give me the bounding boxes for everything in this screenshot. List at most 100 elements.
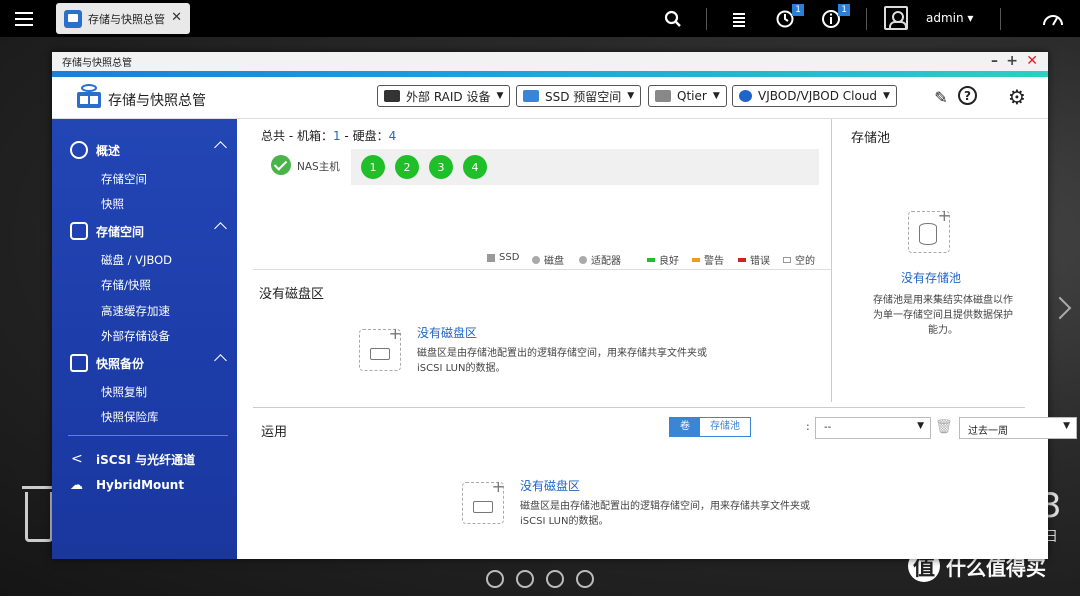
chevron-up-icon (214, 354, 227, 367)
disk-slot[interactable]: 4 (463, 155, 487, 179)
status-ok-icon (271, 155, 291, 175)
main-menu-icon[interactable] (0, 0, 48, 37)
close-window-icon[interactable]: ✕ (1026, 53, 1038, 69)
database-icon (70, 222, 88, 240)
taskbar-app-tab[interactable]: 存储与快照总管 ✕ (56, 3, 190, 34)
sidebar-group-overview[interactable]: 概述 (52, 139, 237, 161)
no-pool-link[interactable]: 没有存储池 (901, 269, 961, 286)
storage-logo-icon (77, 84, 101, 108)
vjbod-button[interactable]: VJBOD/VJBOD Cloud ▼ (732, 85, 897, 107)
summary-mid: - 硬盘： (340, 129, 389, 143)
camera-icon (70, 354, 88, 372)
volume-description: 磁盘区是由存储池配置出的逻辑存储空间，用来存储共享文件夹或 iSCSI LUN的… (417, 346, 707, 376)
settings-gear-icon[interactable]: ⚙ (1006, 85, 1028, 109)
toggle-volume[interactable]: 卷 (670, 418, 700, 436)
search-icon[interactable] (660, 6, 686, 32)
app-header: 存储与快照总管 外部 RAID 设备 ▼ SSD 预留空间 ▼ Qtier ▼ … (52, 77, 1048, 119)
maximize-icon[interactable]: + (1006, 53, 1018, 69)
usage-volume-description: 磁盘区是由存储池配置出的逻辑存储空间，用来存储共享文件夹或 iSCSI LUN的… (520, 499, 810, 529)
description-line: 磁盘区是由存储池配置出的逻辑存储空间，用来存储共享文件夹或 (520, 501, 810, 512)
add-pool-box[interactable]: + (908, 206, 951, 253)
pool-description: 存储池是用来集结实体磁盘以作 为单一存储空间且提供数据保护 能力。 (858, 293, 1028, 338)
volumes-section-title: 没有磁盘区 (259, 287, 325, 302)
trash-icon[interactable]: 🗑 (935, 419, 953, 435)
diagnostics-icon[interactable]: ✎ (930, 86, 952, 108)
trash-icon[interactable] (22, 486, 56, 542)
volume-select[interactable]: -- ▼ (815, 417, 931, 439)
sidebar-item-storage-snapshot[interactable]: 存储/快照 (101, 277, 151, 293)
description-line: 为单一存储空间且提供数据保护 (873, 310, 1013, 321)
time-range-select[interactable]: 过去一周 ▼ (959, 417, 1077, 439)
next-page-chevron-icon[interactable] (1048, 296, 1072, 320)
legend-label: 空的 (795, 256, 815, 267)
sidebar-item-snapshot-replica[interactable]: 快照复制 (101, 384, 147, 400)
ssd-label: SSD 预留空间 (545, 89, 622, 104)
user-avatar-icon[interactable] (884, 6, 908, 30)
drive-icon (473, 501, 493, 513)
divider (253, 407, 1025, 408)
sidebar-item-disks-vjbod[interactable]: 磁盘 / VJBOD (101, 252, 172, 268)
external-raid-button[interactable]: 外部 RAID 设备 ▼ (377, 85, 511, 107)
disk-slot[interactable]: 1 (361, 155, 385, 179)
sidebar-group-label: 快照备份 (96, 356, 145, 371)
storage-app-icon (64, 9, 82, 28)
usage-section-title: 运用 (261, 425, 288, 440)
dock-book-icon[interactable] (546, 570, 564, 588)
window-title: 存储与快照总管 (62, 58, 132, 69)
qtier-button[interactable]: Qtier ▼ (648, 85, 727, 107)
sidebar-item-snapshot[interactable]: 快照 (101, 196, 124, 212)
description-line: iSCSI LUN的数据。 (520, 516, 609, 527)
sidebar-group-snapshot-backup[interactable]: 快照备份 (52, 352, 237, 374)
legend-empty: 空的 (783, 252, 815, 267)
app-title: 存储与快照总管 (108, 93, 206, 109)
info-icon[interactable]: 1 (818, 4, 850, 32)
no-volume-link-usage[interactable]: 没有磁盘区 (520, 477, 580, 494)
ssd-overprovision-button[interactable]: SSD 预留空间 ▼ (516, 85, 642, 107)
chassis-count: 1 (332, 129, 341, 143)
sidebar-item-snapshot-vault[interactable]: 快照保险库 (101, 409, 159, 425)
qtier-icon (655, 90, 671, 102)
sidebar-item-cache[interactable]: 高速缓存加速 (101, 303, 170, 319)
qtier-label: Qtier (677, 89, 707, 103)
help-icon[interactable]: ? (958, 86, 977, 105)
sidebar-item-external-storage[interactable]: 外部存储设备 (101, 328, 170, 344)
dock-cloud-icon[interactable] (486, 570, 504, 588)
window-titlebar[interactable]: 存储与快照总管 – + ✕ (52, 52, 1048, 71)
stack-icon[interactable] (726, 6, 752, 32)
dock-edit-icon[interactable] (576, 570, 594, 588)
sidebar-item-label: HybridMount (96, 478, 185, 492)
disk-slot[interactable]: 3 (429, 155, 453, 179)
legend-ssd: SSD (487, 252, 519, 263)
sidebar-group-storage[interactable]: 存储空间 (52, 220, 237, 242)
disk-count: 4 (388, 129, 397, 143)
no-volume-link[interactable]: 没有磁盘区 (417, 324, 477, 341)
add-volume-box[interactable]: + (359, 324, 402, 371)
dashboard-icon (70, 141, 88, 159)
dashboard-gauge-icon[interactable] (1040, 6, 1066, 32)
toggle-pool[interactable]: 存储池 (700, 418, 750, 436)
chevron-down-icon: ▼ (712, 91, 720, 101)
minimize-icon[interactable]: – (991, 53, 998, 69)
background-task-icon[interactable]: 1 (772, 4, 804, 32)
filter-colon: : (806, 420, 810, 433)
add-volume-box-usage[interactable]: + (462, 477, 505, 524)
legend-label: 磁盘 (544, 256, 564, 267)
raid-icon (384, 90, 400, 102)
legend-adapter: 适配器 (579, 252, 621, 267)
dock-tools-icon[interactable] (516, 570, 534, 588)
legend-warning: 警告 (692, 252, 724, 267)
sidebar-item-iscsi[interactable]: < iSCSI 与光纤通道 (52, 448, 237, 470)
main-content: 总共 - 机箱：1 - 硬盘：4 NAS主机 1 2 3 4 SSD 磁盘 适配… (237, 119, 1077, 559)
sidebar-item-hybridmount[interactable]: ☁ HybridMount (52, 474, 237, 496)
chevron-up-icon (214, 222, 227, 235)
close-tab-icon[interactable]: ✕ (171, 10, 182, 25)
disk-slot[interactable]: 2 (395, 155, 419, 179)
sidebar-group-label: 存储空间 (96, 224, 145, 239)
time-range-value: 过去一周 (968, 426, 1008, 437)
info-count-badge: 1 (838, 4, 850, 16)
sidebar-item-storage[interactable]: 存储空间 (101, 171, 147, 187)
sidebar-divider (68, 435, 228, 436)
description-line: 能力。 (928, 325, 958, 336)
user-menu[interactable]: admin ▾ (926, 11, 973, 25)
plus-icon: + (388, 324, 402, 343)
